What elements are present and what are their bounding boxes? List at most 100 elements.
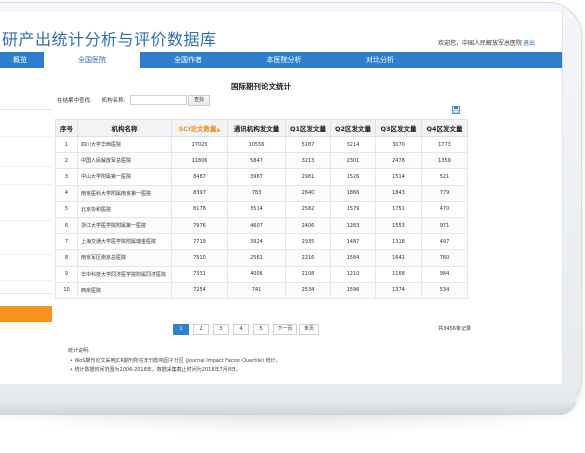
col-header-sci-count-label: SCI论文数量	[178, 125, 217, 133]
cell-q4: 971	[421, 216, 468, 235]
cell-sci-count: 7719	[171, 233, 228, 251]
cell-sci-count: 7510	[171, 249, 228, 267]
col-header-q4[interactable]: Q4区发文量	[421, 119, 468, 137]
main-content: 国际期刊论文统计 在结果中查找: 机构名称: 查找 序号 机构名称 SCI论文数…	[55, 68, 471, 384]
cell-q1: 2582	[285, 200, 331, 218]
table-row[interactable]: 6 浙江大学医学院附属第一医院 7976 4607 2406 1283 1553 971	[55, 216, 468, 235]
cell-institution[interactable]: 南京医科大学附属南京第一医院	[77, 184, 172, 202]
cell-corresponding: 5847	[227, 152, 286, 170]
table-row[interactable]: 1 四川大学华西医院 17025 10556 5187 3214 3070 1773	[55, 135, 468, 154]
table-row[interactable]: 10 西京医院 7254 741 2534 1596 1374 534	[55, 281, 468, 299]
cell-q1: 3213	[285, 152, 331, 170]
table-row[interactable]: 5 北京协和医院 8178 3514 2582 1579 1751 470	[55, 200, 468, 218]
cell-q3: 3070	[375, 135, 422, 154]
cell-q1: 2935	[285, 233, 331, 251]
table-row[interactable]: 2 中国人民解放军总医院 11806 5847 3213 2301 2478 1359	[55, 152, 468, 170]
sidebar-row[interactable]	[0, 268, 52, 281]
table-row[interactable]: 7 上海交通大学医学院附属瑞金医院 7719 3924 2935 1487 1318 497	[55, 233, 468, 251]
table-row[interactable]: 9 华中科技大学同济医学院附属同济医院 7331 4006 2108 1210 1168 98…	[55, 265, 468, 283]
cell-institution[interactable]: 中国人民解放军总医院	[77, 152, 172, 170]
cell-sci-count: 8397	[171, 184, 228, 202]
sidebar-row[interactable]	[0, 242, 52, 255]
nav-item-national-hospitals[interactable]: 全国医院	[44, 52, 140, 68]
left-sidebar	[0, 68, 52, 384]
cell-institution[interactable]: 北京协和医院	[77, 200, 172, 218]
cell-q3: 1374	[375, 281, 422, 299]
logout-link[interactable]: 退出	[523, 38, 535, 47]
cell-q2: 1579	[330, 200, 376, 218]
page-2-button[interactable]: 2	[193, 324, 209, 335]
next-page-button[interactable]: 下一页	[273, 324, 297, 335]
cell-index: 10	[55, 281, 78, 299]
cell-q1: 2640	[285, 184, 331, 202]
cell-sci-count: 8178	[171, 200, 228, 218]
nav-item-hospital-analysis[interactable]: 本医院分析	[236, 52, 332, 68]
notes-item: • WoS期刊论文采用JCR期刊所在年刊影响因子分区 (Journal Impa…	[70, 357, 281, 364]
cell-corresponding: 4607	[227, 216, 286, 235]
cell-institution[interactable]: 上海交通大学医学院附属瑞金医院	[77, 233, 172, 251]
table-row[interactable]: 3 中山大学附属第一医院 8487 3967 2981 1526 1514 521	[55, 168, 468, 186]
col-header-sci-count[interactable]: SCI论文数量▲	[171, 119, 228, 137]
cell-corresponding: 3967	[227, 168, 286, 186]
sidebar-row[interactable]	[0, 154, 52, 167]
cell-index: 3	[55, 168, 78, 186]
sidebar-row[interactable]	[0, 208, 52, 221]
cell-index: 8	[55, 249, 78, 267]
cell-q2: 3214	[330, 135, 376, 154]
cell-q2: 1526	[330, 168, 376, 186]
cell-q4: 779	[421, 184, 468, 202]
cell-q3: 1751	[375, 200, 422, 218]
col-header-q1[interactable]: Q1区发文量	[285, 119, 331, 137]
nav-item-comparison[interactable]: 对比分析	[332, 52, 428, 68]
col-header-q2[interactable]: Q2区发文量	[330, 119, 376, 137]
col-header-q3[interactable]: Q3区发文量	[375, 119, 422, 137]
institution-search-input[interactable]	[130, 95, 187, 105]
cell-q2: 1584	[330, 249, 376, 267]
export-icon[interactable]	[452, 106, 460, 114]
statistics-notes: 统计说明: • WoS期刊论文采用JCR期刊所在年刊影响因子分区 (Journa…	[68, 347, 281, 376]
sidebar-submit-button[interactable]	[0, 306, 52, 322]
notes-item: • 统计数据时间范围为2006-2018年，数据采集截止时间为2018年7月8日…	[70, 367, 241, 373]
cell-index: 5	[55, 200, 78, 218]
cell-q4: 1773	[421, 135, 468, 154]
cell-corresponding: 3514	[227, 200, 286, 218]
cell-q3: 1553	[375, 216, 422, 235]
table-row[interactable]: 8 南京军区南京总医院 7510 2561 2216 1584 1641 760	[55, 249, 468, 267]
sort-asc-icon[interactable]: ▲	[217, 127, 221, 133]
sidebar-row[interactable]	[0, 124, 52, 137]
app-screen: 研产出统计分析与评价数据库 欢迎您，中国人民解放军总医院 退出 概览 全国医院 …	[0, 12, 563, 384]
cell-corresponding: 741	[227, 281, 286, 299]
cell-index: 1	[55, 135, 78, 154]
col-header-institution[interactable]: 机构名称	[77, 119, 172, 137]
cell-q1: 2534	[285, 281, 331, 299]
last-page-button[interactable]: 末页	[299, 324, 319, 335]
cell-q4: 534	[421, 281, 468, 299]
cell-q4: 521	[421, 168, 468, 186]
col-header-corresponding[interactable]: 通讯机构发文量	[227, 119, 286, 137]
cell-institution[interactable]: 西京医院	[77, 281, 172, 299]
page-5-button[interactable]: 5	[253, 324, 269, 335]
search-scope-label: 在结果中查找:	[57, 98, 92, 104]
cell-index: 4	[55, 184, 78, 202]
nav-item-overview[interactable]: 概览	[0, 52, 40, 68]
cell-institution[interactable]: 华中科技大学同济医学院附属同济医院	[77, 265, 172, 283]
cell-q1: 2216	[285, 249, 331, 267]
cell-institution[interactable]: 南京军区南京总医院	[77, 249, 172, 267]
table-header-row: 序号 机构名称 SCI论文数量▲ 通讯机构发文量 Q1区发文量 Q2区发文量 Q…	[55, 119, 468, 137]
page-3-button[interactable]: 3	[213, 324, 229, 335]
nav-item-national-authors[interactable]: 全国作者	[140, 52, 236, 68]
cell-institution[interactable]: 中山大学附属第一医院	[77, 168, 172, 186]
sidebar-filter-box	[0, 109, 52, 294]
sidebar-row[interactable]	[0, 172, 52, 185]
cell-q4: 1359	[421, 152, 468, 170]
cell-institution[interactable]: 浙江大学医学院附属第一医院	[77, 216, 172, 235]
page-4-button[interactable]: 4	[233, 324, 249, 335]
page-1-button[interactable]: 1	[173, 324, 189, 335]
cell-q2: 1487	[330, 233, 376, 251]
cell-institution[interactable]: 四川大学华西医院	[77, 135, 172, 154]
col-header-index[interactable]: 序号	[55, 119, 78, 137]
search-button[interactable]: 查找	[188, 95, 210, 106]
table-row[interactable]: 4 南京医科大学附属南京第一医院 8397 783 2640 1866 1843 779	[55, 184, 468, 202]
cell-q3: 1318	[375, 233, 422, 251]
cell-index: 6	[55, 216, 78, 235]
